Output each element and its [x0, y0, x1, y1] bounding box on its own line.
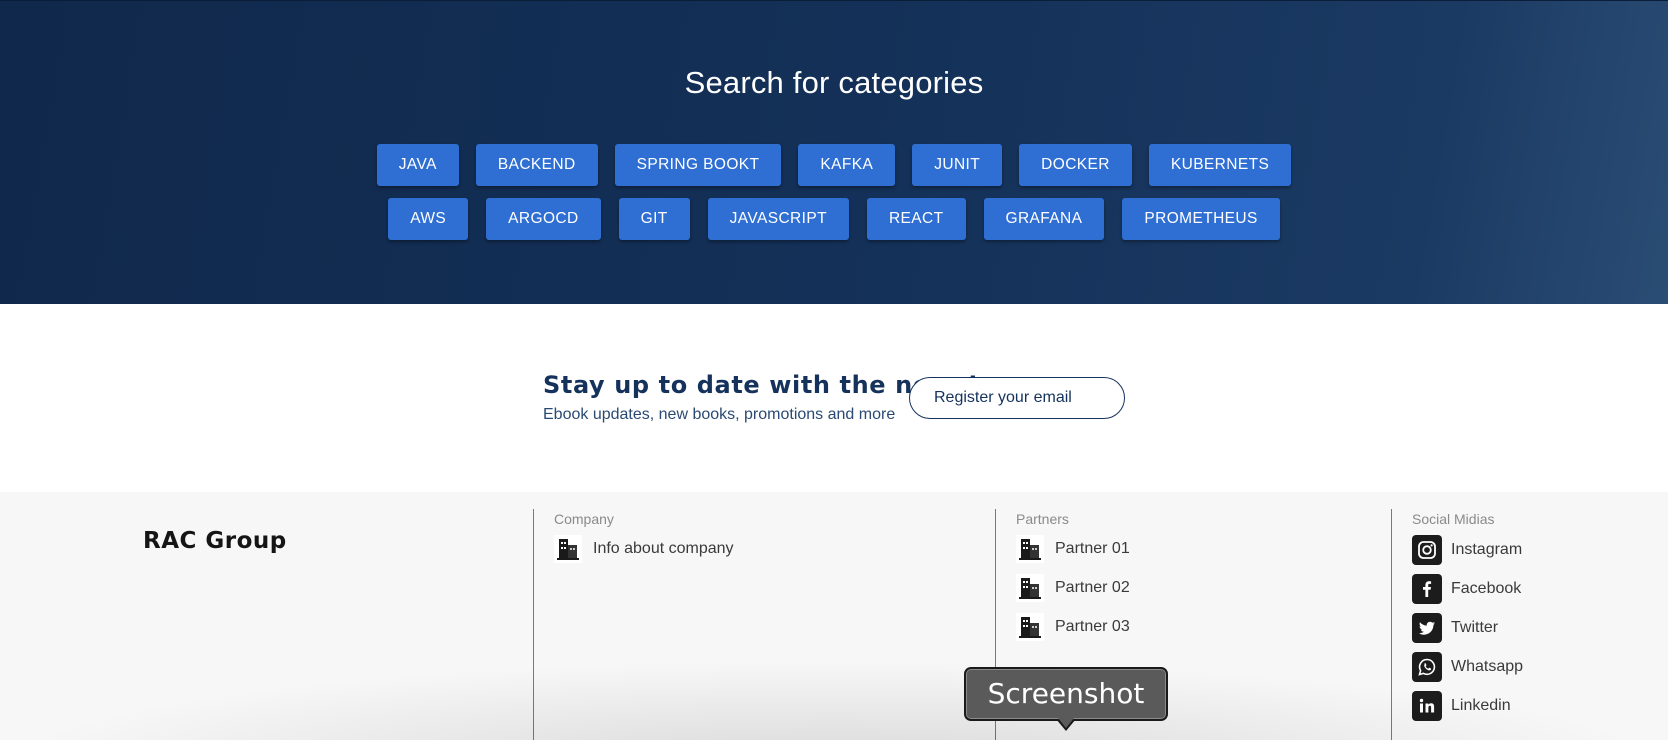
building-icon: [554, 535, 582, 563]
category-button-aws[interactable]: AWS: [388, 198, 469, 240]
partners-heading: Partners: [1016, 511, 1069, 527]
social-link-instagram[interactable]: Instagram: [1412, 535, 1523, 565]
category-button-grafana[interactable]: GRAFANA: [983, 198, 1105, 240]
social-link-linkedin[interactable]: Linkedin: [1412, 691, 1523, 721]
category-button-spring-boot[interactable]: SPRING BOOKT: [614, 144, 782, 186]
category-button-prometheus[interactable]: PROMETHEUS: [1122, 198, 1280, 240]
company-link-label: Info about company: [593, 540, 734, 557]
social-link-whatsapp[interactable]: Whatsapp: [1412, 652, 1523, 682]
footer-divider: [533, 509, 534, 740]
partner-link-label: Partner 03: [1055, 618, 1130, 635]
instagram-icon: [1412, 535, 1442, 565]
linkedin-icon: [1412, 691, 1442, 721]
footer-divider: [1391, 509, 1392, 740]
partner-link-02[interactable]: Partner 02: [1016, 574, 1130, 602]
categories-row-2: AWS ARGOCD GIT JAVASCRIPT REACT GRAFANA …: [0, 198, 1668, 240]
building-icon: [1016, 535, 1044, 563]
social-heading: Social Midias: [1412, 511, 1495, 527]
footer-partners-column: Partners Partner 01 Partner 02 Partner 0…: [1016, 511, 1130, 652]
social-link-label: Facebook: [1451, 580, 1522, 597]
social-link-facebook[interactable]: Facebook: [1412, 574, 1523, 604]
partner-link-label: Partner 01: [1055, 540, 1130, 557]
category-button-java[interactable]: JAVA: [376, 144, 459, 186]
category-button-kafka[interactable]: KAFKA: [798, 144, 896, 186]
social-link-twitter[interactable]: Twitter: [1412, 613, 1523, 643]
newsletter-section: Stay up to date with the news! Ebook upd…: [0, 304, 1668, 492]
category-button-git[interactable]: GIT: [618, 198, 690, 240]
footer-brand: RAC Group: [143, 528, 287, 554]
partner-link-label: Partner 02: [1055, 579, 1130, 596]
category-button-backend[interactable]: BACKEND: [475, 144, 598, 186]
category-button-argocd[interactable]: ARGOCD: [486, 198, 601, 240]
category-button-javascript[interactable]: JAVASCRIPT: [707, 198, 849, 240]
category-button-kubernetes[interactable]: KUBERNETS: [1148, 144, 1292, 186]
twitter-icon: [1412, 613, 1442, 643]
footer-company-column: Company Info about company: [554, 511, 734, 574]
category-button-junit[interactable]: JUNIT: [912, 144, 1003, 186]
facebook-icon: [1412, 574, 1442, 604]
category-button-docker[interactable]: DOCKER: [1019, 144, 1132, 186]
register-email-button[interactable]: Register your email: [909, 377, 1125, 419]
building-icon: [1016, 574, 1044, 602]
social-link-label: Whatsapp: [1451, 658, 1524, 675]
category-button-react[interactable]: REACT: [866, 198, 966, 240]
whatsapp-icon: [1412, 652, 1442, 682]
categories-title: Search for categories: [684, 65, 984, 100]
social-link-label: Twitter: [1451, 619, 1499, 636]
social-link-label: Instagram: [1451, 541, 1523, 558]
tooltip-arrow: [1058, 718, 1074, 728]
social-link-label: Linkedin: [1451, 697, 1511, 714]
company-link-info[interactable]: Info about company: [554, 535, 734, 563]
screenshot-tooltip: Screenshot: [964, 667, 1168, 721]
categories-section: Search for categories JAVA BACKEND SPRIN…: [0, 0, 1668, 304]
company-heading: Company: [554, 511, 614, 527]
footer-social-column: Social Midias Instagram Facebook Twitter…: [1412, 511, 1523, 730]
categories-row-1: JAVA BACKEND SPRING BOOKT KAFKA JUNIT DO…: [0, 144, 1668, 186]
newsletter-subtitle: Ebook updates, new books, promotions and…: [543, 406, 896, 423]
building-icon: [1016, 613, 1044, 641]
footer: RAC Group Company Info about company Par…: [0, 492, 1668, 740]
partner-link-03[interactable]: Partner 03: [1016, 613, 1130, 641]
partner-link-01[interactable]: Partner 01: [1016, 535, 1130, 563]
